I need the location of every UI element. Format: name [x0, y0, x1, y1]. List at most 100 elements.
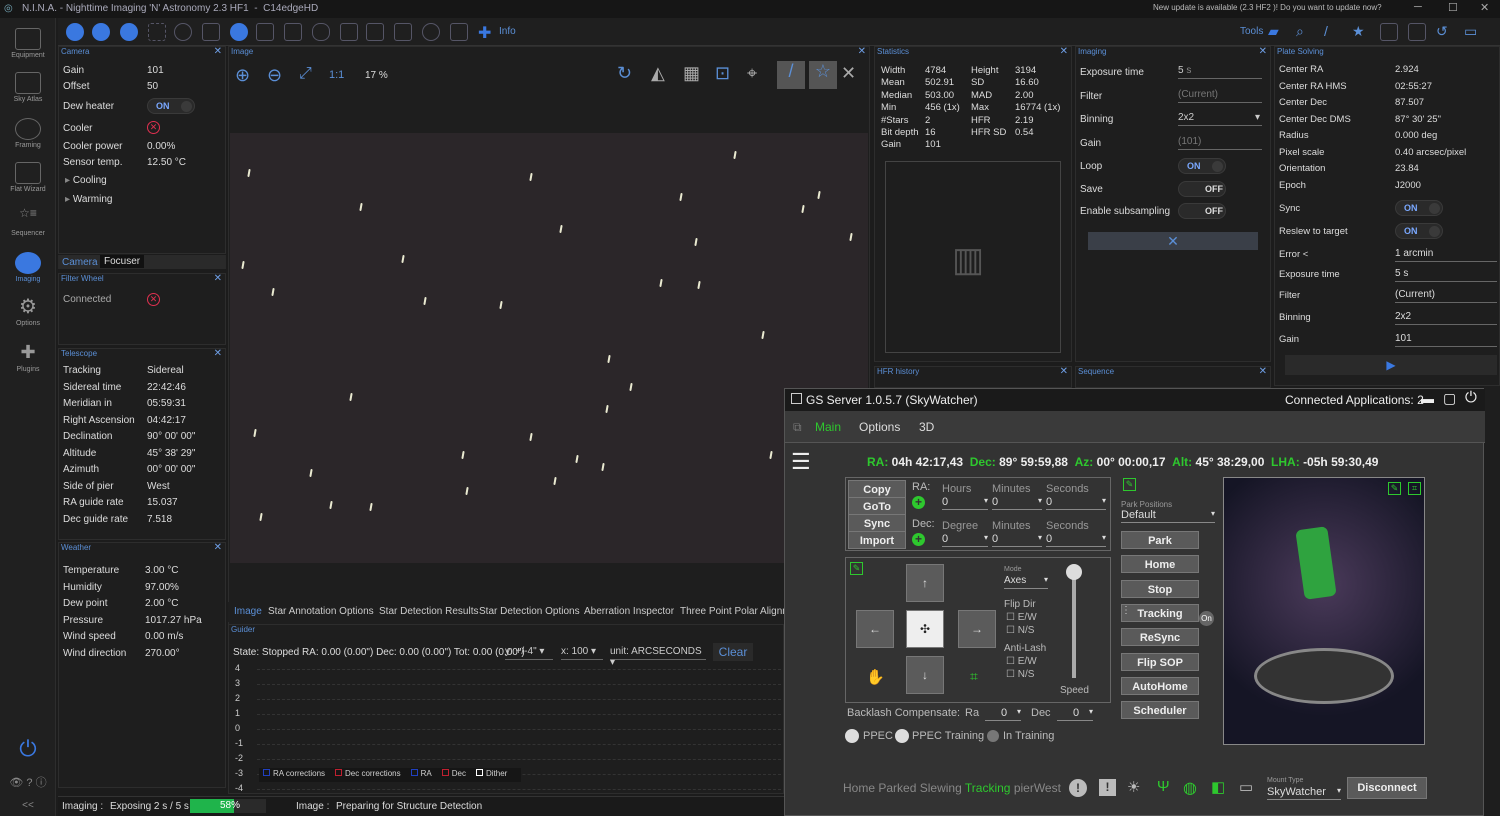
- alert-icon[interactable]: !: [1099, 779, 1116, 796]
- shield-tool-icon[interactable]: [450, 23, 468, 41]
- globe-icon[interactable]: ◍: [1183, 778, 1197, 798]
- subsampling-toggle[interactable]: OFF: [1178, 203, 1226, 219]
- tools-label[interactable]: Tools: [1240, 26, 1263, 37]
- gain-input[interactable]: (101): [1178, 136, 1262, 150]
- wave-tool-icon[interactable]: [394, 23, 412, 41]
- sidebar-item-imaging[interactable]: Imaging: [0, 252, 56, 283]
- switch-tool-icon[interactable]: [284, 23, 302, 41]
- unit-dropdown[interactable]: unit: ARCSECONDS ▾: [610, 646, 706, 668]
- binning-dropdown[interactable]: 2x2 ▾: [1178, 112, 1262, 126]
- tab-focuser[interactable]: Focuser: [100, 255, 145, 268]
- list-tool-icon[interactable]: [256, 23, 274, 41]
- monitor-icon[interactable]: ▭: [1239, 778, 1253, 796]
- star-icon[interactable]: ★: [1352, 23, 1370, 41]
- detect-icon[interactable]: ⊡: [715, 63, 741, 89]
- power-icon[interactable]: ⏻: [0, 736, 56, 762]
- dec-degree-input[interactable]: 0 ▾: [942, 533, 988, 547]
- flip-ns-checkbox[interactable]: ☐ N/S: [1006, 625, 1034, 636]
- backlash-ra-input[interactable]: 0 ▾: [985, 707, 1021, 721]
- gs-park-button[interactable]: Park: [1121, 531, 1199, 549]
- edit-slew-icon[interactable]: ✎: [850, 562, 863, 575]
- speed-slider-track[interactable]: [1072, 566, 1076, 678]
- star-detect-icon[interactable]: ☆: [809, 61, 837, 89]
- drag-handle-icon[interactable]: ⋮: [1121, 605, 1131, 616]
- gs-scheduler-button[interactable]: Scheduler: [1121, 701, 1199, 720]
- sync-button[interactable]: Sync: [848, 514, 906, 532]
- mount-type-dropdown[interactable]: SkyWatcher ▾: [1267, 786, 1341, 800]
- flip-icon[interactable]: ◭: [651, 63, 677, 89]
- weather-tool-icon[interactable]: [312, 23, 330, 41]
- goto-button[interactable]: GoTo: [848, 497, 906, 515]
- add-ra-icon[interactable]: +: [912, 496, 925, 509]
- plate-solve-icon[interactable]: ✕: [841, 63, 867, 89]
- platesolve-input[interactable]: 2x2: [1395, 311, 1497, 325]
- speed-slider-thumb[interactable]: [1066, 564, 1082, 580]
- y-scale-dropdown[interactable]: y: +/-4" ▾: [505, 646, 553, 660]
- update-notice[interactable]: New update is available (2.3 HF2 )! Do y…: [1153, 3, 1382, 12]
- filter-dropdown[interactable]: (Current): [1178, 89, 1262, 103]
- warning-icon[interactable]: !: [1069, 779, 1087, 797]
- gs-home-button[interactable]: Home: [1121, 555, 1199, 574]
- slew-west-button[interactable]: ←: [856, 610, 894, 648]
- power-icon[interactable]: ⏻: [1465, 389, 1477, 406]
- info-tab[interactable]: Info: [499, 26, 516, 37]
- ppec-toggle[interactable]: [845, 729, 859, 743]
- search-icon[interactable]: ⌕: [1296, 23, 1314, 41]
- gs-stop-button[interactable]: Stop: [1121, 579, 1199, 598]
- tab-options[interactable]: Options: [859, 420, 900, 434]
- exposure-input[interactable]: 5 s: [1178, 65, 1262, 79]
- speaker-icon[interactable]: ◧: [1211, 778, 1225, 796]
- tab-aberration-inspector[interactable]: Aberration Inspector: [584, 606, 674, 617]
- minimize-icon[interactable]: ─: [1414, 1, 1422, 13]
- one-to-one-button[interactable]: 1:1: [329, 69, 344, 81]
- close-icon[interactable]: ✕: [1060, 366, 1068, 377]
- close-icon[interactable]: ✕: [1480, 1, 1489, 14]
- cancel-exposure-icon[interactable]: ✕: [1088, 232, 1258, 250]
- platesolve-input[interactable]: (Current): [1395, 289, 1497, 303]
- antilash-ns-checkbox[interactable]: ☐ N/S: [1006, 669, 1034, 680]
- zoom-in-icon[interactable]: ⊕: [235, 65, 259, 89]
- slew-stop-button[interactable]: ✣: [906, 610, 944, 648]
- maximize-icon[interactable]: ▢: [1443, 390, 1456, 407]
- stretch-icon[interactable]: /: [777, 61, 805, 89]
- cooling-expander[interactable]: ▸ Cooling: [65, 175, 107, 186]
- chart-tool-icon[interactable]: [366, 23, 384, 41]
- ha-icon[interactable]: [1380, 23, 1398, 41]
- ppec-training-toggle[interactable]: [895, 729, 909, 743]
- save-toggle[interactable]: OFF: [1178, 181, 1226, 197]
- close-icon[interactable]: ✕: [214, 273, 222, 284]
- bulb-tool-icon[interactable]: [422, 23, 440, 41]
- menu-icon[interactable]: ☰: [791, 449, 811, 475]
- spiral-icon[interactable]: ⌗: [970, 668, 978, 685]
- sidebar-item-framing[interactable]: Framing: [0, 118, 56, 149]
- history-icon[interactable]: ↺: [1436, 23, 1454, 41]
- park-position-dropdown[interactable]: Default ▾: [1121, 509, 1215, 523]
- import-button[interactable]: Import: [848, 531, 906, 549]
- tab-image[interactable]: Image: [234, 606, 262, 617]
- sidebar-item-plugins[interactable]: ✚ Plugins: [0, 342, 56, 373]
- tab-star-detection-options[interactable]: Star Detection Options: [479, 606, 580, 617]
- crosshair-icon[interactable]: ⌖: [747, 63, 773, 89]
- ra-minutes-input[interactable]: 0 ▾: [992, 496, 1042, 510]
- help-icons[interactable]: 👁 ? ⓘ: [0, 774, 56, 790]
- tab-main[interactable]: Main: [815, 420, 841, 434]
- ra-seconds-input[interactable]: 0 ▾: [1046, 496, 1106, 510]
- hand-icon[interactable]: ✋: [866, 668, 885, 686]
- usb-icon[interactable]: Ψ: [1157, 778, 1170, 795]
- close-icon[interactable]: ✕: [1259, 46, 1267, 57]
- fit-icon[interactable]: ⤢: [299, 65, 323, 89]
- close-icon[interactable]: ✕: [1060, 46, 1068, 57]
- antilash-ew-checkbox[interactable]: ☐ E/W: [1006, 656, 1037, 667]
- wand-icon[interactable]: /: [1324, 23, 1342, 41]
- tab-star-annotation-options[interactable]: Star Annotation Options: [268, 606, 374, 617]
- zoom-out-icon[interactable]: ⊖: [267, 65, 291, 89]
- solve-button[interactable]: ▶: [1285, 355, 1497, 375]
- sidebar-item-sky-atlas[interactable]: Sky Atlas: [0, 72, 56, 103]
- edit-view-icon[interactable]: ✎: [1388, 482, 1401, 495]
- focuser-tool-icon[interactable]: [120, 23, 138, 41]
- close-icon[interactable]: ✕: [858, 46, 866, 57]
- sidebar-item-flat-wizard[interactable]: Flat Wizard: [0, 162, 56, 193]
- maximize-icon[interactable]: ☐: [1448, 1, 1458, 14]
- sidebar-item-sequencer[interactable]: ☆≡ Sequencer: [0, 206, 56, 237]
- add-dec-icon[interactable]: +: [912, 533, 925, 546]
